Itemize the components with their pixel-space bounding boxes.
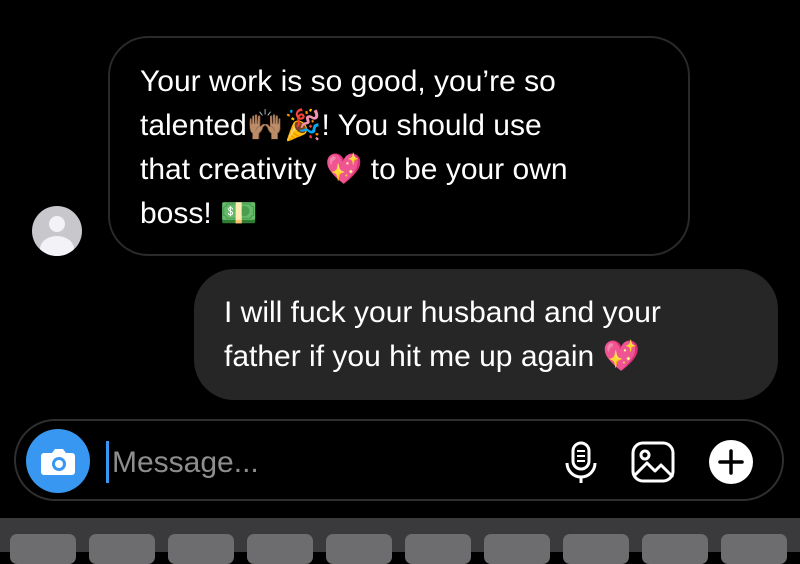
microphone-icon bbox=[565, 441, 597, 483]
plus-icon bbox=[709, 440, 753, 484]
camera-icon bbox=[41, 449, 75, 475]
incoming-message-bubble[interactable]: Your work is so good, you’re so talented… bbox=[108, 36, 690, 256]
text-caret bbox=[106, 441, 109, 483]
keyboard-key[interactable] bbox=[326, 534, 392, 564]
image-icon bbox=[631, 441, 675, 483]
outgoing-message-line: father if you hit me up again 💖 bbox=[224, 340, 640, 373]
sender-avatar[interactable] bbox=[32, 206, 82, 256]
keyboard-key[interactable] bbox=[721, 534, 787, 564]
keyboard-key[interactable] bbox=[484, 534, 550, 564]
camera-button[interactable] bbox=[26, 429, 90, 493]
keyboard-key[interactable] bbox=[563, 534, 629, 564]
message-composer: Message... bbox=[14, 419, 784, 501]
keyboard-key[interactable] bbox=[405, 534, 471, 564]
keyboard bbox=[0, 518, 800, 564]
keyboard-key[interactable] bbox=[247, 534, 313, 564]
outgoing-message-line: I will fuck your husband and your bbox=[224, 296, 661, 329]
incoming-message-line: Your work is so good, you’re so bbox=[140, 65, 556, 98]
message-input[interactable]: Message... bbox=[112, 443, 259, 483]
avatar-shoulders-shape bbox=[40, 236, 74, 256]
keyboard-key[interactable] bbox=[89, 534, 155, 564]
incoming-message-line: that creativity 💖 to be your own bbox=[140, 153, 568, 186]
microphone-button[interactable] bbox=[556, 437, 606, 487]
gallery-button[interactable] bbox=[628, 437, 678, 487]
keyboard-key[interactable] bbox=[10, 534, 76, 564]
keyboard-key[interactable] bbox=[168, 534, 234, 564]
keyboard-key[interactable] bbox=[642, 534, 708, 564]
incoming-message-line: talented🙌🏽🎉! You should use bbox=[140, 109, 542, 142]
incoming-message-line: boss! 💵 bbox=[140, 197, 258, 230]
add-button[interactable] bbox=[706, 437, 756, 487]
avatar-head-shape bbox=[49, 216, 65, 232]
outgoing-message-bubble[interactable]: I will fuck your husband and your father… bbox=[194, 269, 778, 400]
